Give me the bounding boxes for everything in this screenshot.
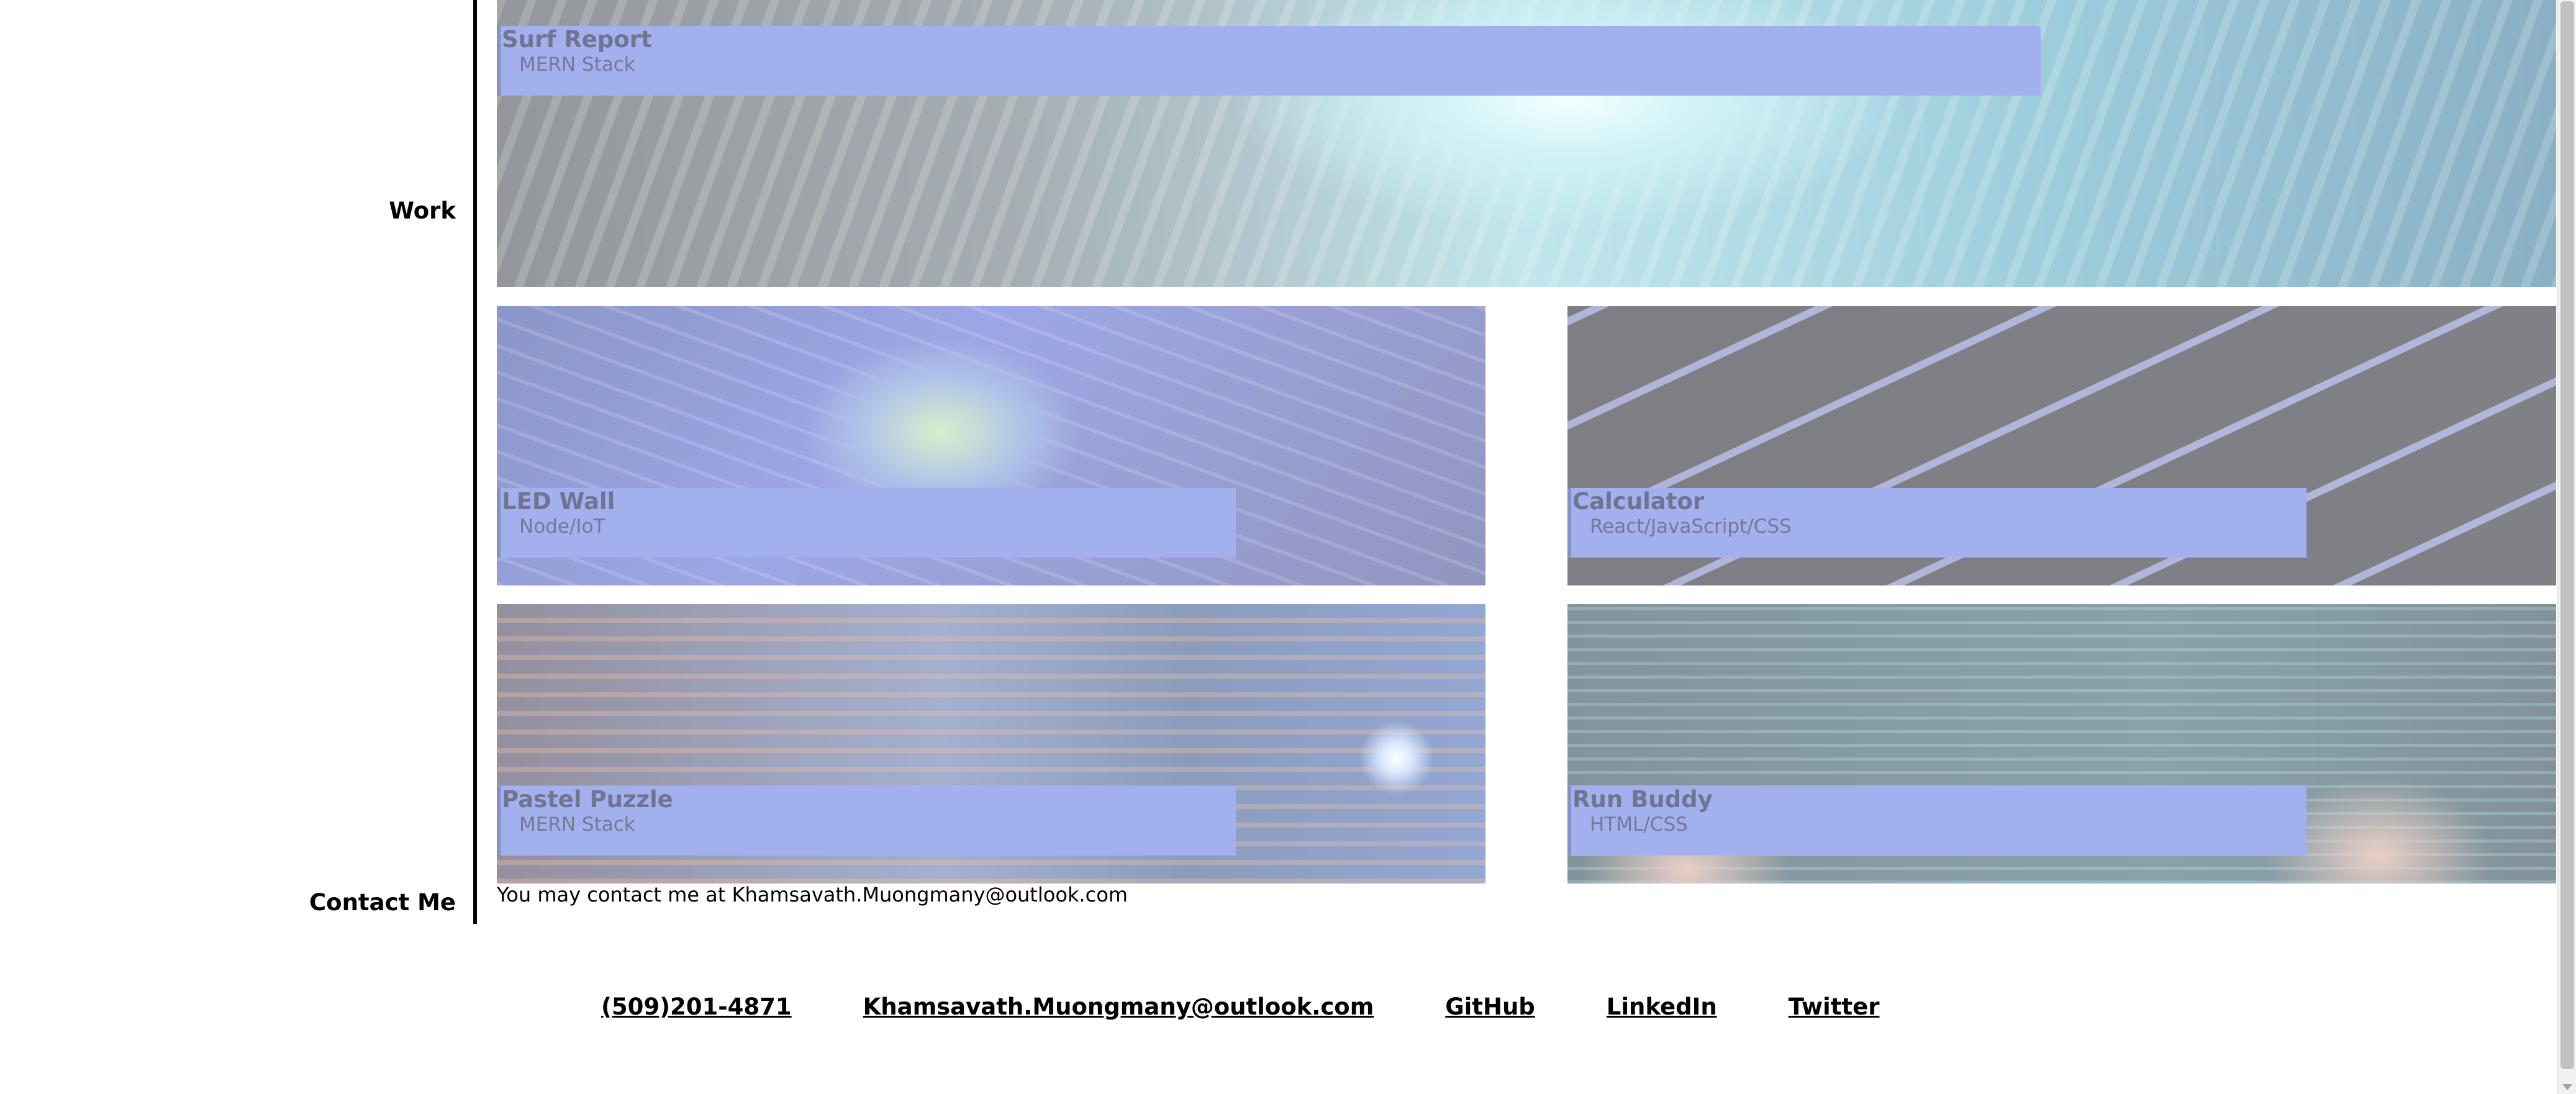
contact-section-title: Contact Me xyxy=(309,889,456,916)
project-stack: MERN Stack xyxy=(519,53,635,76)
contact-text: You may contact me at Khamsavath.Muongma… xyxy=(497,883,1128,906)
github-link[interactable]: GitHub xyxy=(1445,993,1535,1020)
project-label: LED Wall Node/IoT xyxy=(497,488,1236,558)
project-card-calculator[interactable]: Calculator React/JavaScript/CSS xyxy=(1567,306,2556,585)
vertical-scrollbar[interactable] xyxy=(2557,0,2576,1094)
project-title: Pastel Puzzle xyxy=(502,786,673,813)
project-title: LED Wall xyxy=(502,488,615,515)
project-title: Surf Report xyxy=(502,26,652,53)
twitter-link[interactable]: Twitter xyxy=(1789,993,1880,1020)
project-label: Surf Report MERN Stack xyxy=(497,26,2041,96)
project-card-led-wall[interactable]: LED Wall Node/IoT xyxy=(497,306,1485,585)
project-card-run-buddy[interactable]: Run Buddy HTML/CSS xyxy=(1567,604,2556,884)
linkedin-link[interactable]: LinkedIn xyxy=(1607,993,1717,1020)
project-stack: MERN Stack xyxy=(519,813,635,836)
project-stack: React/JavaScript/CSS xyxy=(1590,515,1792,538)
project-title: Run Buddy xyxy=(1572,786,1713,813)
scroll-down-arrow-icon[interactable] xyxy=(2562,1084,2572,1090)
section-divider xyxy=(473,0,477,924)
project-stack: HTML/CSS xyxy=(1590,813,1688,836)
project-title: Calculator xyxy=(1572,488,1705,515)
project-card-surf-report[interactable]: Surf Report MERN Stack xyxy=(497,0,2556,287)
phone-link[interactable]: (509)201-4871 xyxy=(601,993,792,1020)
work-section-title: Work xyxy=(389,197,456,224)
project-card-pastel-puzzle[interactable]: Pastel Puzzle MERN Stack xyxy=(497,604,1485,884)
project-stack: Node/IoT xyxy=(519,515,605,538)
project-label: Pastel Puzzle MERN Stack xyxy=(497,786,1236,856)
email-link[interactable]: Khamsavath.Muongmany@outlook.com xyxy=(863,993,1374,1020)
project-label: Run Buddy HTML/CSS xyxy=(1567,786,2306,856)
scrollbar-thumb[interactable] xyxy=(2560,1,2574,1069)
footer-links: (509)201-4871 Khamsavath.Muongmany@outlo… xyxy=(601,993,1879,1020)
project-label: Calculator React/JavaScript/CSS xyxy=(1567,488,2306,558)
